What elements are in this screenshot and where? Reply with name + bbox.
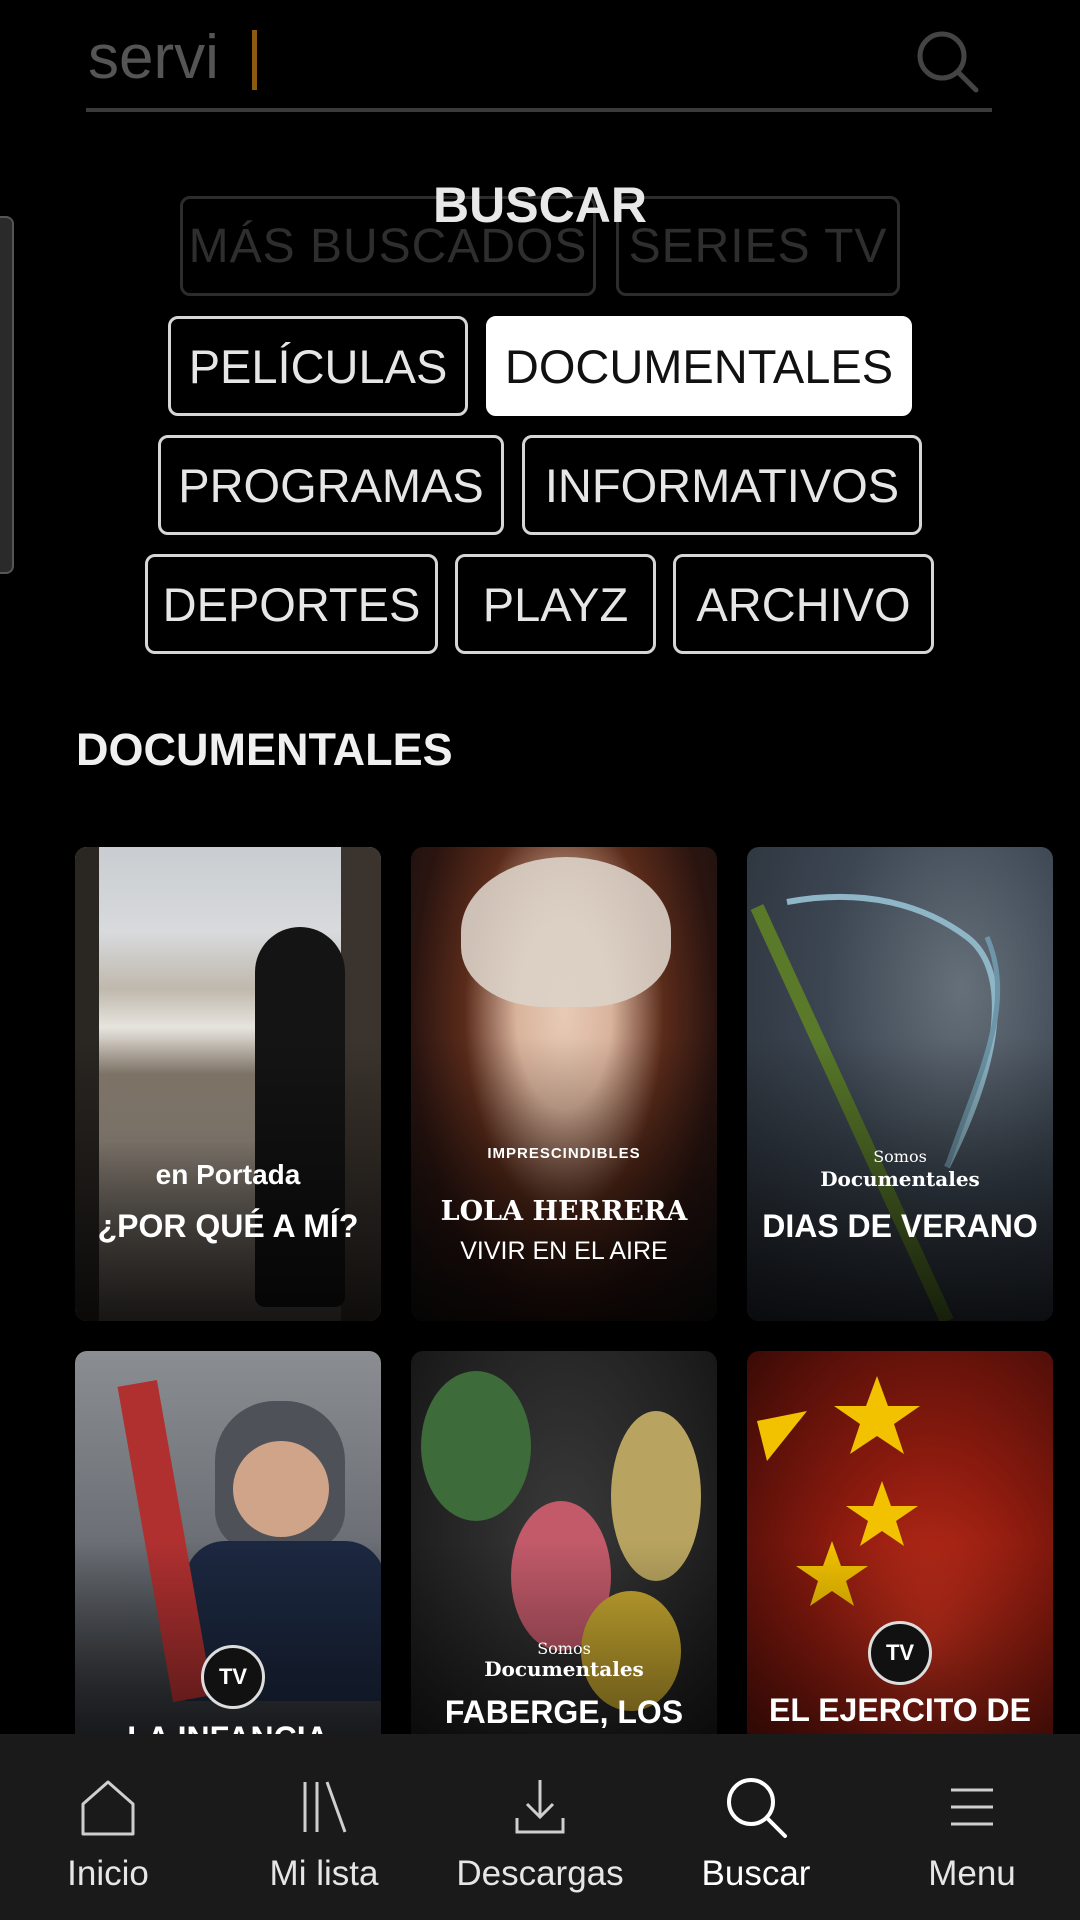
search-input-text[interactable]: servi [88, 22, 219, 93]
menu-icon [951, 1788, 993, 1826]
documentos-tv-logo: TV [868, 1621, 932, 1685]
card-title: LOLA HERRERA [440, 1196, 688, 1227]
card-brand-line1: Somos [537, 1639, 591, 1658]
page-title: BUSCAR [433, 177, 647, 233]
chip-playz[interactable]: PLAYZ [455, 554, 656, 654]
card-brand: en Portada [155, 1159, 301, 1190]
chip-documentales[interactable]: DOCUMENTALES [486, 316, 912, 416]
chip-peliculas[interactable]: PELÍCULAS [168, 316, 468, 416]
documentos-tv-logo: TV [201, 1645, 265, 1709]
nav-mi-lista[interactable]: Mi lista [216, 1734, 432, 1920]
card-brand-line1: Somos [873, 1147, 927, 1166]
card-dias-de-verano[interactable]: Somos Documentales DIAS DE VERANO [747, 847, 1053, 1321]
nav-label: Descargas [456, 1854, 624, 1893]
card-title: DIAS DE VERANO [762, 1208, 1038, 1244]
chip-deportes[interactable]: DEPORTES [145, 554, 438, 654]
nav-label: Inicio [67, 1854, 149, 1893]
nav-buscar[interactable]: Buscar [648, 1734, 864, 1920]
nav-label: Menu [928, 1854, 1016, 1893]
nav-descargas[interactable]: Descargas [432, 1734, 648, 1920]
chip-informativos[interactable]: INFORMATIVOS [522, 435, 922, 535]
search-icon [727, 1778, 787, 1838]
edge-panel-handle[interactable] [0, 216, 14, 574]
card-subtitle: VIVIR EN EL AIRE [460, 1237, 668, 1265]
home-icon [81, 1780, 135, 1836]
chip-archivo[interactable]: ARCHIVO [673, 554, 934, 654]
nav-label: Mi lista [269, 1854, 379, 1893]
search-icon[interactable] [912, 26, 982, 96]
card-brand-line2: Documentales [484, 1657, 644, 1681]
card-shade [411, 1036, 717, 1321]
card-brand: IMPRESCINDIBLES [487, 1145, 641, 1162]
nav-label: Buscar [701, 1854, 811, 1893]
chip-programas[interactable]: PROGRAMAS [158, 435, 504, 535]
card-title: ¿POR QUÉ A MÍ? [97, 1208, 359, 1244]
download-icon [515, 1780, 565, 1834]
bottom-navigation: Inicio Mi lista Descargas Buscar Menu [0, 1734, 1080, 1920]
card-lola-herrera[interactable]: IMPRESCINDIBLES LOLA HERRERA VIVIR EN EL… [411, 847, 717, 1321]
nav-menu[interactable]: Menu [864, 1734, 1080, 1920]
text-caret [252, 30, 257, 90]
nav-inicio[interactable]: Inicio [0, 1734, 216, 1920]
search-field[interactable]: servi [86, 0, 992, 112]
card-por-que-a-mi[interactable]: en Portada ¿POR QUÉ A MÍ? [75, 847, 381, 1321]
section-title: DOCUMENTALES [76, 724, 453, 775]
card-brand-line2: Documentales [820, 1167, 980, 1191]
library-icon [303, 1781, 347, 1833]
